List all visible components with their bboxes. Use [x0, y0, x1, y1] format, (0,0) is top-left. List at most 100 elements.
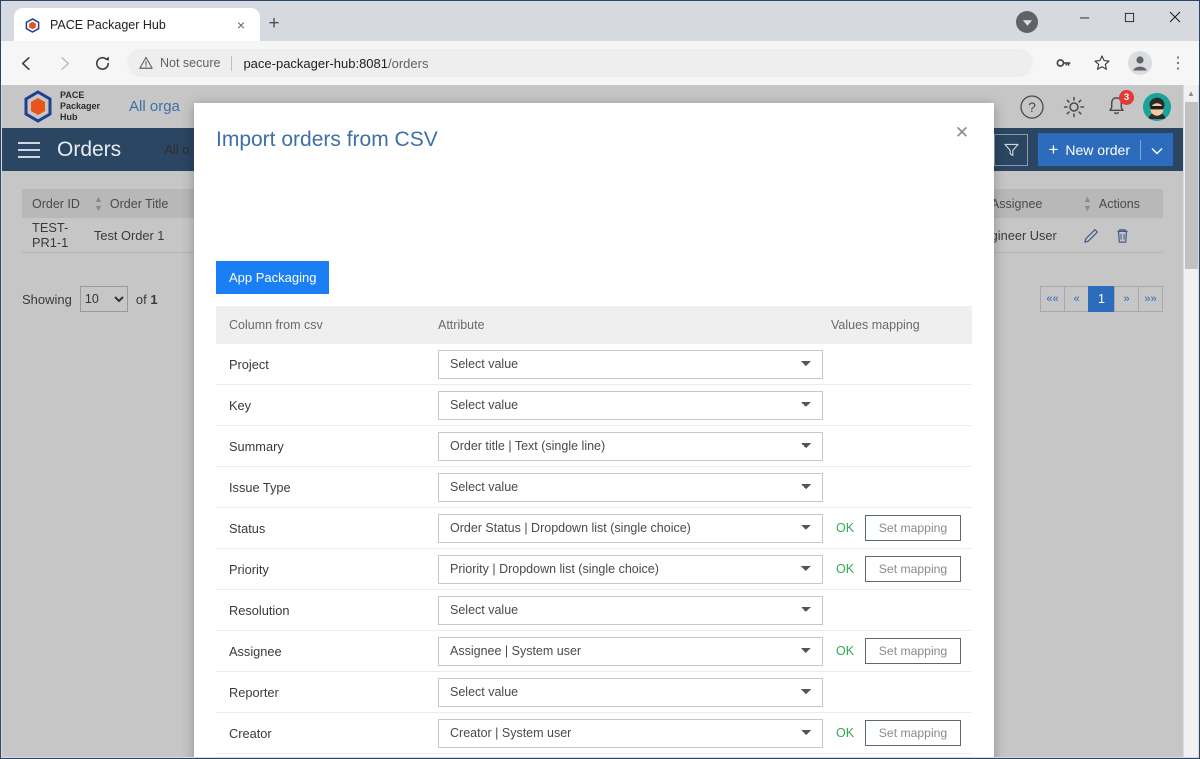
- help-icon[interactable]: ?: [1017, 92, 1047, 122]
- browser-window: PACE Packager Hub × + Not secure pace-pa…: [0, 0, 1200, 759]
- set-mapping-button[interactable]: Set mapping: [865, 720, 961, 746]
- new-order-divider: [1140, 139, 1141, 160]
- total-count: 1: [150, 291, 158, 307]
- cell-actions: [1083, 227, 1163, 244]
- window-maximize-button[interactable]: [1107, 1, 1152, 33]
- sort-icon: ▲▼: [94, 193, 103, 213]
- browser-profile-icon[interactable]: [1125, 48, 1155, 78]
- column-header-order-id-label: Order ID: [32, 196, 80, 211]
- attribute-select[interactable]: Assignee | System user: [438, 636, 823, 666]
- browser-tab-title: PACE Packager Hub: [50, 18, 166, 32]
- mapping-status-ok: OK: [836, 562, 855, 576]
- csv-column-label: Creator: [229, 725, 272, 741]
- close-icon[interactable]: ×: [232, 16, 250, 34]
- tabstrip-profile-icon[interactable]: [1016, 11, 1038, 33]
- avatar[interactable]: [1143, 92, 1171, 121]
- browser-tabstrip: PACE Packager Hub × +: [1, 1, 1199, 42]
- attribute-select[interactable]: Select value: [438, 472, 823, 502]
- csv-mapping-row: Priority Priority | Dropdown list (single…: [216, 549, 972, 590]
- csv-column-label: Reporter: [229, 684, 279, 700]
- attribute-select[interactable]: Select value: [438, 390, 823, 420]
- csv-mapping-row: ReporterSelect valueSet mapping: [216, 672, 972, 713]
- csv-column-label: Project: [229, 356, 269, 372]
- brand-line-3: Hub: [60, 112, 78, 122]
- csv-column-label: Assignee: [229, 643, 282, 659]
- window-minimize-button[interactable]: [1062, 1, 1107, 33]
- browser-menu-icon[interactable]: ⋮: [1163, 48, 1193, 78]
- chevron-down-icon[interactable]: [1151, 142, 1163, 158]
- browser-tab[interactable]: PACE Packager Hub ×: [14, 8, 260, 42]
- set-mapping-button[interactable]: Set mapping: [865, 556, 961, 582]
- page-title: Orders: [57, 137, 122, 161]
- pager-prev-button[interactable]: «: [1064, 286, 1089, 312]
- app-brand[interactable]: PACE Packager Hub: [23, 90, 100, 123]
- close-icon[interactable]: ✕: [952, 123, 972, 143]
- modal-title: Import orders from CSV: [216, 128, 438, 151]
- csv-mapping-table: Column from csv Attribute Values mapping…: [216, 306, 972, 757]
- set-mapping-button[interactable]: Set mapping: [865, 515, 961, 541]
- scroll-up-arrow-icon[interactable]: ▲: [1184, 85, 1198, 101]
- attribute-select-wrapper: Order Status | Dropdown list (single cho…: [438, 513, 831, 543]
- attribute-select[interactable]: Select value: [438, 595, 823, 625]
- gear-icon[interactable]: [1059, 92, 1089, 122]
- app-header-actions: ? 3: [1017, 89, 1171, 122]
- notification-count-badge: 3: [1119, 89, 1134, 105]
- csv-mapping-row: KeySelect valueSet mapping: [216, 385, 972, 426]
- attribute-select[interactable]: Select value: [438, 677, 823, 707]
- omnibox-divider: [231, 55, 233, 71]
- attribute-select-wrapper: Select value: [438, 472, 831, 502]
- attribute-select-wrapper: Assignee | System user: [438, 636, 831, 666]
- attribute-select[interactable]: Priority | Dropdown list (single choice): [438, 554, 823, 584]
- header-column-from-csv: Column from csv: [229, 318, 323, 332]
- page-scrollbar[interactable]: ▲: [1183, 85, 1198, 757]
- pager-next-button[interactable]: »: [1114, 286, 1139, 312]
- attribute-select[interactable]: Creator | System user: [438, 718, 823, 748]
- modal-tabs: App Packaging: [216, 261, 330, 294]
- csv-mapping-rows: Project Select value Set mapping Key Select …: [216, 344, 972, 757]
- set-mapping-button[interactable]: Set mapping: [865, 638, 961, 664]
- of-word: of: [135, 291, 147, 307]
- attribute-select[interactable]: Select value: [438, 349, 823, 379]
- attribute-select-wrapper: Select value: [438, 595, 831, 625]
- import-orders-modal: Import orders from CSV ✕ App Packaging C…: [194, 103, 994, 757]
- org-switcher[interactable]: All orga: [129, 98, 180, 115]
- csv-column-label: Key: [229, 397, 252, 413]
- attribute-select[interactable]: Order Status | Dropdown list (single cho…: [438, 513, 823, 543]
- filter-icon[interactable]: [994, 133, 1029, 166]
- scrollbar-thumb[interactable]: [1185, 102, 1198, 269]
- pencil-icon[interactable]: [1083, 227, 1100, 244]
- csv-mapping-table-header: Column from csv Attribute Values mapping: [216, 306, 972, 344]
- brand-line-2: Packager: [60, 101, 101, 111]
- csv-mapping-row: Creator Creator | System user OK Set mappin…: [216, 713, 972, 754]
- csv-mapping-row: Status Order Status | Dropdown list (sing…: [216, 508, 972, 549]
- pager-first-button[interactable]: ««: [1040, 286, 1065, 312]
- pace-logo-icon: [24, 17, 41, 34]
- back-icon[interactable]: [11, 48, 41, 78]
- page-size-select[interactable]: 10: [79, 286, 128, 312]
- mapping-status-ok: OK: [836, 644, 855, 658]
- attribute-select[interactable]: Order title | Text (single line): [438, 431, 823, 461]
- navbar-subtab[interactable]: All o: [164, 142, 189, 157]
- header-attribute: Attribute: [438, 318, 485, 332]
- reload-icon[interactable]: [87, 48, 117, 78]
- csv-mapping-row: Assignee Assignee | System user OK Set mapp…: [216, 631, 972, 672]
- window-close-button[interactable]: [1152, 1, 1197, 33]
- trash-icon[interactable]: [1114, 227, 1131, 244]
- new-tab-button[interactable]: +: [263, 13, 285, 35]
- column-header-order-id[interactable]: Order ID: [22, 197, 94, 211]
- pace-packager-hub-logo-icon: [23, 90, 53, 123]
- pager-last-button[interactable]: »»: [1138, 286, 1163, 312]
- csv-mapping-row: ProjectSelect valueSet mapping: [216, 344, 972, 385]
- hamburger-menu-icon[interactable]: [18, 141, 40, 158]
- bell-icon[interactable]: 3: [1101, 89, 1134, 122]
- navbar-title-block: Orders: [2, 128, 142, 171]
- security-status-label: Not secure: [160, 56, 221, 70]
- tab-app-packaging[interactable]: App Packaging: [216, 261, 330, 294]
- pager-page-1-button[interactable]: 1: [1088, 286, 1115, 312]
- star-icon[interactable]: [1087, 48, 1117, 78]
- column-header-assignee-label: Assignee: [990, 196, 1043, 211]
- new-order-button[interactable]: + New order: [1038, 133, 1173, 166]
- key-icon[interactable]: [1049, 48, 1079, 78]
- address-bar[interactable]: Not secure pace-packager-hub:8081/orders: [127, 49, 1033, 77]
- csv-mapping-row: SummaryOrder title | Text (single line)S…: [216, 426, 972, 467]
